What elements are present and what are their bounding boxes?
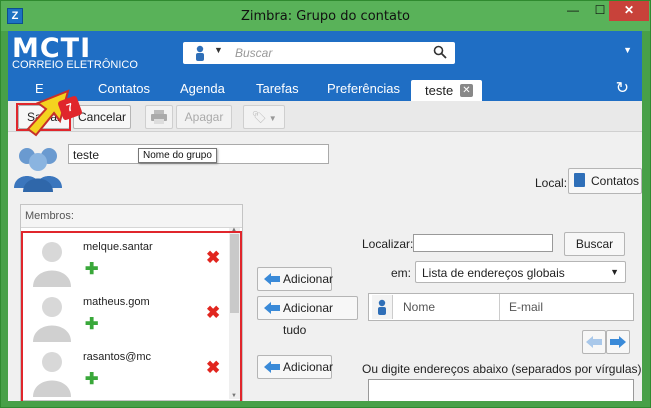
main-tabs: E Contatos Agenda Tarefas Preferências t… (8, 77, 642, 101)
tab-calendar[interactable]: Agenda (180, 81, 225, 96)
search-bar[interactable]: ▼ Buscar (183, 42, 455, 64)
toolbar: Salvar Cancelar Apagar 🏷 ▼ (8, 101, 642, 132)
location-button[interactable]: Contatos (568, 168, 642, 194)
contact-group-icon (14, 148, 62, 192)
add-button-label: Adicionar (283, 272, 334, 286)
location-label: Local: (535, 176, 568, 190)
person-icon (378, 299, 386, 315)
arrow-left-icon (586, 336, 602, 348)
header-menu-chevron-icon[interactable]: ▼ (623, 45, 632, 55)
minimize-button[interactable]: — (560, 1, 586, 21)
tab-group-edit-label: teste (425, 83, 454, 98)
contact-type-column-header[interactable] (372, 295, 393, 319)
tab-contacts[interactable]: Contatos (98, 81, 150, 96)
group-name-tooltip: Nome do grupo (138, 148, 217, 163)
arrow-left-icon (264, 302, 280, 314)
find-label: Localizar: (362, 237, 414, 251)
add-all-button[interactable]: Adicionar tudo (257, 296, 358, 337)
members-header-label: Membros: (25, 210, 74, 222)
title-bar: Z Zimbra: Grupo do contato — ☐ ✕ (1, 1, 650, 31)
members-highlight-box (21, 231, 242, 401)
dropdown-chevron-icon: ▼ (610, 267, 619, 277)
add-typed-button-label: Adicionar (283, 360, 334, 374)
column-header-email[interactable]: E-mail (509, 300, 543, 314)
printer-icon (151, 110, 167, 124)
column-header-name[interactable]: Nome (403, 300, 435, 314)
search-source-select[interactable]: Lista de endereços globais ▼ (415, 261, 626, 283)
manual-addresses-textarea[interactable] (368, 379, 634, 401)
address-book-icon (574, 173, 585, 187)
tab-preferences[interactable]: Preferências (327, 81, 400, 96)
tag-icon: 🏷 (251, 110, 267, 124)
search-icon[interactable] (433, 45, 447, 59)
close-tab-icon[interactable]: ✕ (460, 84, 473, 97)
search-source-value: Lista de endereços globais (422, 266, 565, 280)
add-button[interactable]: Adicionar (257, 267, 334, 291)
client-area: MCTI CORREIO ELETRÔNICO ▼ Buscar ▼ E Con… (8, 31, 642, 401)
members-header: Membros: (21, 205, 242, 228)
contact-type-icon[interactable] (195, 45, 205, 61)
group-editor: teste Nome do grupo Local: Contatos Memb… (8, 132, 642, 401)
print-button[interactable] (145, 105, 173, 129)
tag-chevron-icon: ▼ (266, 114, 277, 123)
delete-button[interactable]: Apagar (176, 105, 232, 129)
search-type-chevron-icon[interactable]: ▼ (214, 45, 223, 55)
refresh-icon[interactable]: ↻ (616, 78, 629, 98)
app-header: MCTI CORREIO ELETRÔNICO ▼ Buscar ▼ (8, 31, 642, 77)
column-divider (499, 294, 500, 320)
tab-group-edit[interactable]: teste ✕ (411, 80, 482, 101)
arrow-left-icon (264, 273, 280, 285)
add-typed-button[interactable]: Adicionar (257, 355, 334, 379)
search-in-label: em: (391, 266, 412, 280)
previous-page-button[interactable] (582, 330, 606, 354)
manual-entry-label: Ou digite endereços abaixo (separados po… (362, 362, 642, 376)
window-title: Zimbra: Grupo do contato (240, 9, 411, 24)
tag-button[interactable]: 🏷 ▼ (243, 105, 285, 129)
app-window: Z Zimbra: Grupo do contato — ☐ ✕ MCTI CO… (0, 0, 651, 408)
app-logo-subtitle: CORREIO ELETRÔNICO (12, 59, 138, 71)
close-window-button[interactable]: ✕ (609, 1, 649, 21)
next-page-button[interactable] (606, 330, 630, 354)
add-all-button-label: Adicionar tudo (283, 301, 334, 337)
results-table: Nome E-mail (368, 293, 634, 321)
search-input[interactable]: Buscar (235, 46, 272, 60)
find-button[interactable]: Buscar (564, 232, 625, 256)
arrow-right-icon (610, 336, 626, 348)
arrow-left-icon (264, 361, 280, 373)
find-input[interactable] (413, 234, 553, 252)
location-value: Contatos (591, 174, 640, 188)
tab-tasks[interactable]: Tarefas (256, 81, 299, 96)
